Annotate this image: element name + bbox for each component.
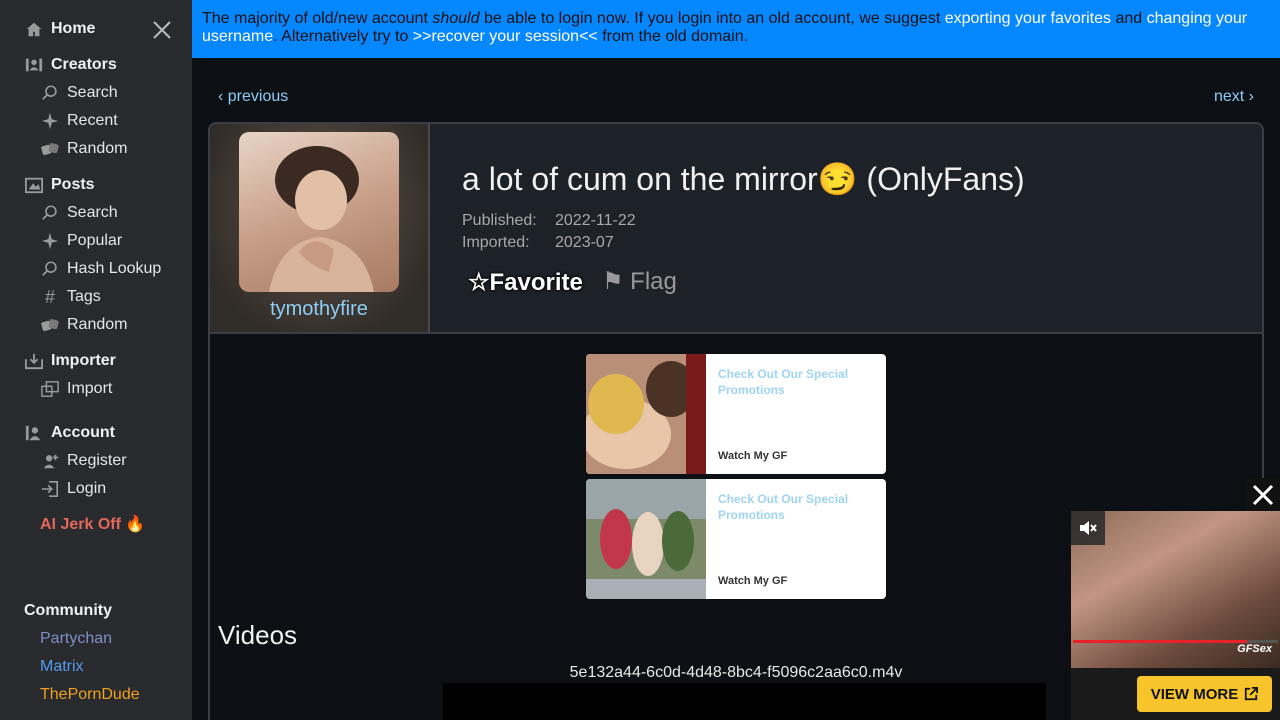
home-icon [24,19,44,39]
view-more-button[interactable]: VIEW MORE [1137,676,1272,712]
floating-video-ad[interactable]: GFSex VIEW MORE [1071,511,1280,720]
banner-text: and [1111,10,1147,27]
ad-title[interactable]: Check Out Our Special Promotions [718,491,868,523]
import-icon [40,379,60,399]
sidebar-item-label: Tags [67,288,101,305]
published-label: Published: [462,212,537,229]
post-title: a lot of cum on the mirror😏 (OnlyFans) [462,161,1025,197]
sidebar-section-creators: Creators [0,51,192,79]
sidebar-item-import[interactable]: Import [0,375,192,403]
sidebar-promo-link[interactable]: AI Jerk Off 🔥 [40,514,145,534]
sidebar-item-label: Random [67,316,128,333]
search-icon [40,83,60,103]
ad-title[interactable]: Check Out Our Special Promotions [718,366,868,398]
ad-banner[interactable]: Check Out Our Special Promotions Watch M… [586,479,886,599]
importer-icon [24,351,44,371]
sidebar-item-posts-popular[interactable]: Popular [0,227,192,255]
posts-icon [24,175,44,195]
sidebar-home-label: Home [51,20,96,37]
ad-image [586,479,706,599]
videos-heading: Videos [218,620,298,650]
sidebar-item-label: Search [67,204,118,221]
video-progress-fill [1073,640,1248,643]
community-title: Community [24,602,112,619]
sidebar-item-register[interactable]: Register [0,447,192,475]
dice-icon [40,315,60,335]
community-link-partychan[interactable]: Partychan [40,630,112,648]
creator-username[interactable]: tymothyfire [210,298,428,321]
sidebar-item-label: Import [67,380,113,397]
sidebar-item-label: Register [67,452,127,469]
sidebar: Home Creators Search Recent Random Posts [0,0,192,720]
sidebar-item-label: Recent [67,112,118,129]
sidebar-section-title: Creators [51,56,117,73]
banner-emphasis: should [432,10,480,27]
search-icon [40,203,60,223]
ad-brand: Watch My GF [718,450,788,462]
avatar[interactable] [239,132,399,292]
community-link-theporndude[interactable]: ThePornDude [40,686,140,704]
sidebar-section-title: Importer [51,352,116,369]
sidebar-section-importer: Importer [0,347,192,375]
sidebar-section-title: Posts [51,176,95,193]
announcement-banner: The majority of old/new account should b… [192,0,1280,58]
imported-label: Imported: [462,234,530,251]
ad-banner[interactable]: Check Out Our Special Promotions Watch M… [586,354,886,474]
sparkle-icon [40,231,60,251]
account-icon [24,423,44,443]
export-favorites-link[interactable]: exporting your favorites [945,10,1111,27]
banner-text: be able to login now. If you login into … [479,10,945,27]
post-header: tymothyfire a lot of cum on the mirror😏 … [210,124,1262,334]
video-player[interactable] [443,683,1046,720]
imported-row: Imported: 2023-07 [462,234,614,252]
published-value: 2022-11-22 [555,212,636,229]
sidebar-item-label: Login [67,480,107,497]
banner-text: . Alternatively try to [273,28,413,45]
hash-icon: # [44,286,55,307]
banner-text: from the old domain. [597,28,749,45]
sparkle-icon [40,111,60,131]
favorite-button[interactable]: ☆Favorite [468,268,583,297]
external-link-icon [1245,687,1259,701]
creators-icon [24,55,44,75]
sidebar-item-posts-random[interactable]: Random [0,311,192,339]
sidebar-item-posts-tags[interactable]: # Tags [0,283,192,311]
flag-button[interactable]: ⚑ Flag [602,267,677,296]
sidebar-item-creators-search[interactable]: Search [0,79,192,107]
published-row: Published: 2022-11-22 [462,212,636,230]
search-icon [40,259,60,279]
sidebar-section-account: Account [0,419,192,447]
mute-button[interactable] [1071,511,1105,545]
user-panel[interactable]: tymothyfire [210,124,430,332]
close-icon [1252,484,1274,506]
next-post-link[interactable]: next › [1214,88,1254,106]
register-icon [40,451,60,471]
previous-post-link[interactable]: ‹ previous [218,88,288,106]
imported-value: 2023-07 [555,234,614,251]
banner-text: The majority of old/new account [202,10,433,27]
sidebar-section-posts: Posts [0,171,192,199]
sidebar-item-label: Search [67,84,118,101]
ad-brand-logo: GFSex [1237,643,1272,655]
sidebar-item-login[interactable]: Login [0,475,192,503]
sidebar-item-posts-search[interactable]: Search [0,199,192,227]
muted-speaker-icon [1080,521,1097,535]
dice-icon [40,139,60,159]
recover-session-link[interactable]: >>recover your session<< [413,28,598,45]
community-link-matrix[interactable]: Matrix [40,658,84,676]
sidebar-item-label: Random [67,140,128,157]
close-ad-button[interactable] [1246,478,1280,512]
sidebar-item-creators-random[interactable]: Random [0,135,192,163]
sidebar-item-posts-hash-lookup[interactable]: Hash Lookup [0,255,192,283]
sidebar-section-title: Account [51,424,115,441]
sidebar-item-label: Popular [67,232,123,249]
login-icon [40,479,60,499]
sidebar-item-creators-recent[interactable]: Recent [0,107,192,135]
ad-image [586,354,706,474]
view-more-label: VIEW MORE [1150,685,1239,703]
ad-brand: Watch My GF [718,575,788,587]
close-icon[interactable] [150,18,174,42]
sidebar-item-label: Hash Lookup [67,260,162,277]
